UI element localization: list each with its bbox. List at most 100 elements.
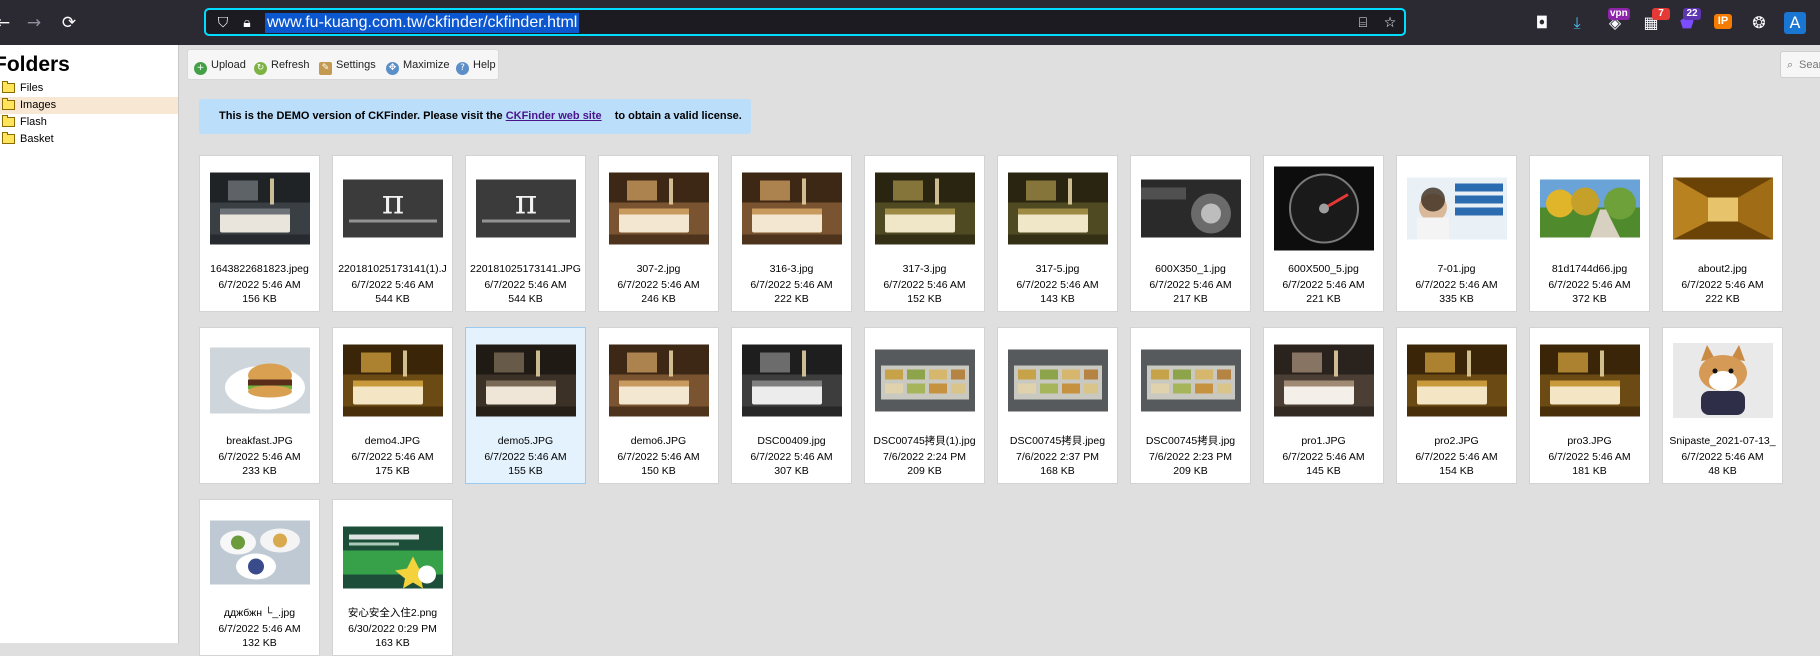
file-date: 6/7/2022 5:46 AM: [1681, 451, 1764, 463]
file-tile[interactable]: π 220181025173141(1).J 6/7/2022 5:46 AM 54…: [332, 155, 453, 312]
forward-arrow-icon[interactable]: →: [23, 12, 45, 34]
thumbnail-image[interactable]: [732, 328, 851, 438]
thumbnail-image[interactable]: [1264, 328, 1383, 438]
url-text[interactable]: www.fu-kuang.com.tw/ckfinder/ckfinder.ht…: [265, 13, 580, 33]
file-tile[interactable]: 600X350_1.jpg 6/7/2022 5:46 AM 217 KB: [1130, 155, 1251, 312]
file-tile[interactable]: breakfast.JPG 6/7/2022 5:46 AM 233 KB: [199, 327, 320, 484]
thumbnail-image[interactable]: [200, 500, 319, 610]
file-tile[interactable]: Snipaste_2021-07-13_ 6/7/2022 5:46 AM 48 K…: [1662, 327, 1783, 484]
thumbnail-image[interactable]: [1131, 156, 1250, 266]
file-tile[interactable]: DSC00745拷貝.jpeg 7/6/2022 2:37 PM 168 KB: [997, 327, 1118, 484]
file-name: DSC00409.jpg: [757, 435, 826, 447]
refresh-button[interactable]: ↻ Refresh: [254, 57, 310, 75]
file-tile[interactable]: 1643822681823.jpeg 6/7/2022 5:46 AM 156 KB: [199, 155, 320, 312]
thumbnail-image[interactable]: [1131, 328, 1250, 438]
file-name: дджбжн └_.jpg: [223, 607, 296, 619]
file-name: DSC00745拷貝(1).jpg: [873, 435, 976, 447]
folder-files[interactable]: Files: [0, 80, 178, 97]
thumbnail-image[interactable]: [865, 156, 984, 266]
file-size: 152 KB: [907, 293, 942, 305]
thumbnail-image[interactable]: [1663, 156, 1782, 266]
reload-icon[interactable]: ⟳: [58, 12, 80, 34]
file-date: 6/7/2022 5:46 AM: [484, 451, 567, 463]
back-arrow-icon[interactable]: ←: [0, 12, 14, 34]
maximize-button[interactable]: ✥ Maximize: [386, 57, 449, 75]
lock-icon[interactable]: 🔒︎: [238, 14, 256, 32]
tracking-shield-icon[interactable]: ⛉: [214, 14, 232, 32]
thumbnail-image[interactable]: [1530, 156, 1649, 266]
settings-button[interactable]: ✎ Settings: [319, 57, 376, 75]
file-tile[interactable]: 307-2.jpg 6/7/2022 5:46 AM 246 KB: [598, 155, 719, 312]
thumbnail-image[interactable]: π: [466, 156, 585, 266]
thumbnail-image[interactable]: [1663, 328, 1782, 438]
ip-badge: IP: [1714, 14, 1732, 29]
thumbnail-image[interactable]: [1397, 328, 1516, 438]
file-tile[interactable]: about2.jpg 6/7/2022 5:46 AM 222 KB: [1662, 155, 1783, 312]
thumbnail-image[interactable]: [1264, 156, 1383, 266]
file-tile[interactable]: pro2.JPG 6/7/2022 5:46 AM 154 KB: [1396, 327, 1517, 484]
translate-extension-icon[interactable]: A: [1784, 12, 1806, 34]
file-tile[interactable]: 600X500_5.jpg 6/7/2022 5:46 AM 221 KB: [1263, 155, 1384, 312]
file-tile[interactable]: 81d1744d66.jpg 6/7/2022 5:46 AM 372 KB: [1529, 155, 1650, 312]
help-button[interactable]: ? Help: [456, 57, 496, 75]
thumbnail-image[interactable]: [200, 156, 319, 266]
thumbnail-image[interactable]: [333, 328, 452, 438]
file-tile[interactable]: 安心安全入住2.png 6/30/2022 0:29 PM 163 KB: [332, 499, 453, 656]
file-date: 6/7/2022 5:46 AM: [1149, 279, 1232, 291]
file-tile[interactable]: дджбжн └_.jpg 6/7/2022 5:46 AM 132 KB: [199, 499, 320, 656]
address-bar[interactable]: ⛉ 🔒︎ www.fu-kuang.com.tw/ckfinder/ckfind…: [204, 8, 1406, 36]
file-tile[interactable]: demo4.JPG 6/7/2022 5:46 AM 175 KB: [332, 327, 453, 484]
file-size: 143 KB: [1040, 293, 1075, 305]
thumbnail-image[interactable]: [466, 328, 585, 438]
file-tile[interactable]: 7-01.jpg 6/7/2022 5:46 AM 335 KB: [1396, 155, 1517, 312]
file-tile[interactable]: 317-5.jpg 6/7/2022 5:46 AM 143 KB: [997, 155, 1118, 312]
file-tile[interactable]: pro3.JPG 6/7/2022 5:46 AM 181 KB: [1529, 327, 1650, 484]
file-tile[interactable]: 316-3.jpg 6/7/2022 5:46 AM 222 KB: [731, 155, 852, 312]
file-tile[interactable]: DSC00409.jpg 6/7/2022 5:46 AM 307 KB: [731, 327, 852, 484]
ckfinder-link[interactable]: CKFinder web site: [506, 110, 602, 122]
thumbnail-image[interactable]: [200, 328, 319, 438]
file-tile[interactable]: 317-3.jpg 6/7/2022 5:46 AM 152 KB: [864, 155, 985, 312]
downloads-icon[interactable]: ⤓: [1566, 12, 1588, 34]
file-name: 316-3.jpg: [769, 263, 814, 275]
file-date: 6/7/2022 5:46 AM: [484, 279, 567, 291]
folder-images[interactable]: Images: [0, 97, 178, 114]
folder-basket[interactable]: Basket: [0, 131, 178, 148]
search-field[interactable]: ⌕ Sear: [1780, 51, 1820, 78]
thumbnail-image[interactable]: [599, 156, 718, 266]
folder-icon: [2, 132, 15, 144]
thumbnail-image[interactable]: [333, 500, 452, 610]
thumbnail-image[interactable]: π: [333, 156, 452, 266]
file-tile[interactable]: DSC00745拷貝(1).jpg 7/6/2022 2:24 PM 209 KB: [864, 327, 985, 484]
folders-title: Folders: [0, 53, 70, 76]
thumbnail-image[interactable]: [998, 328, 1117, 438]
file-size: 222 KB: [774, 293, 809, 305]
cookie-icon[interactable]: ❂: [1748, 12, 1770, 34]
file-tile[interactable]: demo6.JPG 6/7/2022 5:46 AM 150 KB: [598, 327, 719, 484]
file-date: 6/7/2022 5:46 AM: [1016, 279, 1099, 291]
file-size: 221 KB: [1306, 293, 1341, 305]
file-name: 1643822681823.jpeg: [210, 263, 309, 275]
folder-flash[interactable]: Flash: [0, 114, 178, 131]
thumbnail-image[interactable]: [732, 156, 851, 266]
file-tile[interactable]: π 220181025173141.JPG 6/7/2022 5:46 AM 544…: [465, 155, 586, 312]
file-size: 145 KB: [1306, 465, 1341, 477]
file-name: 600X500_5.jpg: [1288, 263, 1359, 275]
upload-button[interactable]: + Upload: [194, 57, 246, 75]
thumbnail-image[interactable]: [1530, 328, 1649, 438]
file-date: 6/7/2022 5:46 AM: [1282, 451, 1365, 463]
thumbnail-image[interactable]: [1397, 156, 1516, 266]
translate-icon[interactable]: ⌸: [1354, 14, 1372, 32]
pocket-icon[interactable]: ◘: [1531, 12, 1553, 34]
file-tile[interactable]: pro1.JPG 6/7/2022 5:46 AM 145 KB: [1263, 327, 1384, 484]
file-tile[interactable]: demo5.JPG 6/7/2022 5:46 AM 155 KB: [465, 327, 586, 484]
thumbnail-image[interactable]: [599, 328, 718, 438]
file-size: 175 KB: [375, 465, 410, 477]
file-tile[interactable]: DSC00745拷貝.jpg 7/6/2022 2:23 PM 209 KB: [1130, 327, 1251, 484]
thumbnail-image[interactable]: [865, 328, 984, 438]
browser-toolbar: ← → ⟳ ⛉ 🔒︎ www.fu-kuang.com.tw/ckfinder/…: [0, 0, 1820, 45]
thumbnail-image[interactable]: [998, 156, 1117, 266]
bookmark-star-icon[interactable]: ☆: [1381, 14, 1399, 32]
file-name: 307-2.jpg: [636, 263, 681, 275]
file-date: 6/30/2022 0:29 PM: [348, 623, 437, 635]
